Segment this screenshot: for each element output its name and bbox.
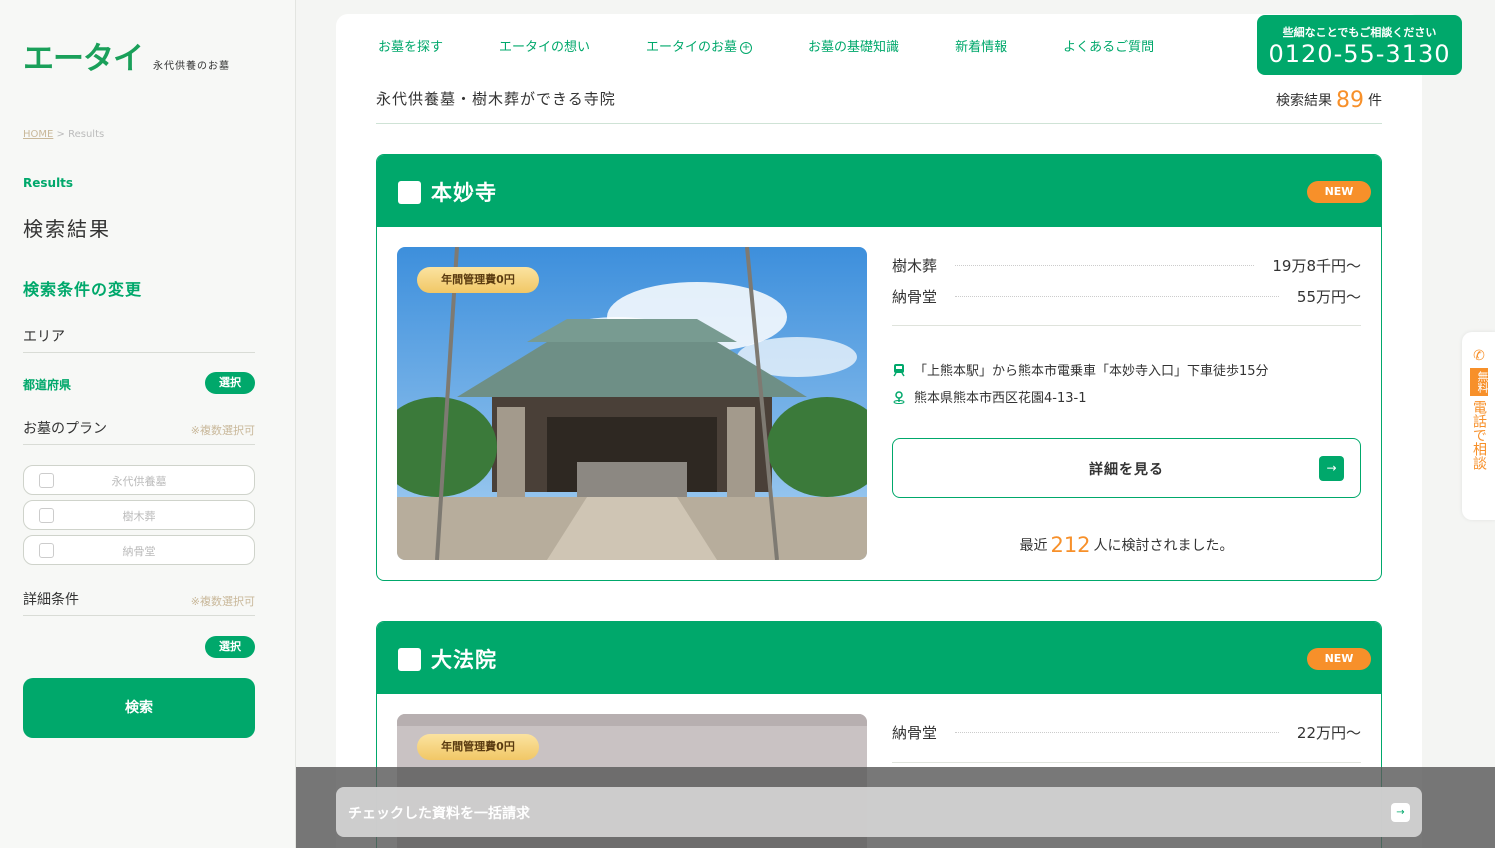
access-text: 「上熊本駅」から熊本市電乗車「本妙寺入口」下車徒歩15分 — [914, 364, 1269, 379]
results-count: 検索結果 89 件 — [1276, 88, 1382, 123]
bulk-request-label: チェックした資料を一括請求 — [348, 806, 530, 822]
recent-suffix: 人に検討されました。 — [1093, 538, 1234, 554]
plan-option-label: 永代供養墓 — [111, 475, 167, 488]
plan-option-jumokuso[interactable]: 樹木葬 — [23, 500, 255, 530]
temple-photo[interactable]: 年間管理費0円 — [397, 247, 867, 560]
recent-prefix: 最近 — [1019, 538, 1048, 554]
detail-field: 詳細条件 ※複数選択可 — [23, 589, 255, 616]
main-content: お墓を探す エータイの想い エータイのお墓 + お墓の基礎知識 新着情報 よくある… — [336, 14, 1462, 848]
plan-option-nokotsudo[interactable]: 納骨堂 — [23, 535, 255, 565]
logo-mark: エータイ — [23, 41, 144, 77]
price-label: 納骨堂 — [892, 724, 938, 742]
logo[interactable]: エータイ 永代供養のお墓 — [23, 42, 230, 76]
bulk-request-bar: チェックした資料を一括請求 → — [296, 767, 1495, 848]
arrow-right-icon: → — [1319, 456, 1344, 481]
phone-number: 0120-55-3130 — [1268, 40, 1451, 68]
detail-multi-note: ※複数選択可 — [190, 595, 255, 608]
area-field: エリア — [23, 326, 255, 353]
dotted-leader — [955, 265, 1255, 266]
plan-label: お墓のプラン — [23, 421, 107, 437]
price-row: 納骨堂 55万円〜 — [892, 286, 1361, 307]
plan-field: お墓のプラン ※複数選択可 — [23, 418, 255, 445]
price-value: 55万円〜 — [1296, 288, 1361, 306]
phone-consult-label: 電話で相談 — [1471, 400, 1487, 470]
breadcrumb-home[interactable]: HOME — [23, 129, 53, 140]
new-badge: NEW — [1307, 181, 1371, 203]
arrow-right-icon: → — [1391, 803, 1410, 822]
new-badge: NEW — [1307, 648, 1371, 670]
breadcrumb-current: Results — [68, 129, 105, 140]
global-nav: お墓を探す エータイの想い エータイのお墓 + お墓の基礎知識 新着情報 よくある… — [378, 36, 1210, 55]
access-info: 「上熊本駅」から熊本市電乗車「本妙寺入口」下車徒歩15分 — [892, 360, 1269, 379]
price-row: 納骨堂 22万円〜 — [892, 722, 1361, 743]
card-checkbox[interactable] — [398, 648, 421, 671]
results-count-number: 89 — [1336, 88, 1364, 113]
price-row: 樹木葬 19万8千円〜 — [892, 255, 1361, 276]
phone-note: 些細なことでもご相談ください — [1282, 26, 1437, 39]
results-count-suffix: 件 — [1368, 93, 1382, 109]
recent-views: 最近 212 人に検討されました。 — [892, 533, 1361, 557]
plan-multi-note: ※複数選択可 — [190, 424, 255, 437]
nav-find-grave[interactable]: お墓を探す — [378, 36, 443, 55]
results-header: 永代供養墓・樹木葬ができる寺院 検索結果 89 件 — [376, 88, 1382, 124]
prefecture-label: 都道府県 — [23, 378, 72, 392]
nav-graves-label: エータイのお墓 — [646, 40, 738, 55]
address-text: 熊本県熊本市西区花園4-13-1 — [914, 391, 1087, 406]
pin-icon — [892, 390, 906, 404]
view-detail-label: 詳細を見る — [1089, 462, 1164, 478]
detail-select-button[interactable]: 選択 — [205, 636, 255, 658]
price-value: 19万8千円〜 — [1272, 257, 1361, 275]
nav-news[interactable]: 新着情報 — [955, 36, 1007, 55]
detail-label: 詳細条件 — [23, 592, 79, 608]
plan-option-label: 納骨堂 — [122, 545, 156, 558]
breadcrumb: HOME > Results — [23, 129, 104, 140]
phone-consult-tab[interactable]: ✆ 無料 電話で相談 — [1462, 332, 1495, 520]
dotted-leader — [955, 732, 1279, 733]
plus-circle-icon: + — [740, 42, 753, 54]
results-count-prefix: 検索結果 — [1276, 93, 1332, 109]
card-checkbox[interactable] — [398, 181, 421, 204]
nav-philosophy[interactable]: エータイの想い — [499, 36, 590, 55]
temple-card: 本妙寺 NEW 年間管理費0円 樹木葬 19万8千円〜 納骨堂 55万円〜 「上… — [376, 154, 1382, 581]
phone-icon: ✆ — [1473, 348, 1485, 364]
free-badge: 無料 — [1470, 368, 1489, 396]
section-label-en: Results — [23, 176, 74, 190]
address-info: 熊本県熊本市西区花園4-13-1 — [892, 387, 1086, 406]
nav-basics[interactable]: お墓の基礎知識 — [808, 36, 899, 55]
divider — [892, 325, 1361, 326]
plan-option-eitai[interactable]: 永代供養墓 — [23, 465, 255, 495]
dotted-leader — [955, 296, 1279, 297]
no-fee-badge: 年間管理費0円 — [417, 734, 539, 760]
price-label: 納骨堂 — [892, 288, 938, 306]
page-title: 検索結果 — [23, 217, 111, 241]
card-header: 本妙寺 NEW — [377, 155, 1381, 227]
search-button[interactable]: 検索 — [23, 678, 255, 738]
change-conditions-heading: 検索条件の変更 — [23, 280, 143, 299]
breadcrumb-separator: > — [56, 129, 65, 140]
prefecture-select-button[interactable]: 選択 — [205, 372, 255, 394]
phone-contact-button[interactable]: 些細なことでもご相談ください 0120-55-3130 — [1257, 15, 1462, 75]
temple-name[interactable]: 大法院 — [431, 644, 497, 674]
nav-faq[interactable]: よくあるご質問 — [1063, 36, 1154, 55]
logo-tagline: 永代供養のお墓 — [153, 61, 230, 72]
area-label: エリア — [23, 329, 65, 345]
bulk-request-button[interactable]: チェックした資料を一括請求 → — [336, 787, 1422, 837]
results-title: 永代供養墓・樹木葬ができる寺院 — [376, 90, 616, 108]
plan-option-label: 樹木葬 — [122, 510, 156, 523]
view-detail-button[interactable]: 詳細を見る → — [892, 438, 1361, 498]
temple-photo-image — [397, 247, 867, 560]
nav-graves[interactable]: エータイのお墓 + — [646, 36, 753, 55]
sidebar: エータイ 永代供養のお墓 HOME > Results Results 検索結果… — [0, 0, 296, 848]
price-label: 樹木葬 — [892, 257, 938, 275]
card-header: 大法院 NEW — [377, 622, 1381, 694]
temple-name[interactable]: 本妙寺 — [431, 177, 497, 207]
train-icon — [892, 363, 906, 377]
divider — [892, 762, 1361, 763]
recent-count: 212 — [1050, 533, 1091, 557]
no-fee-badge: 年間管理費0円 — [417, 267, 539, 293]
price-value: 22万円〜 — [1296, 724, 1361, 742]
